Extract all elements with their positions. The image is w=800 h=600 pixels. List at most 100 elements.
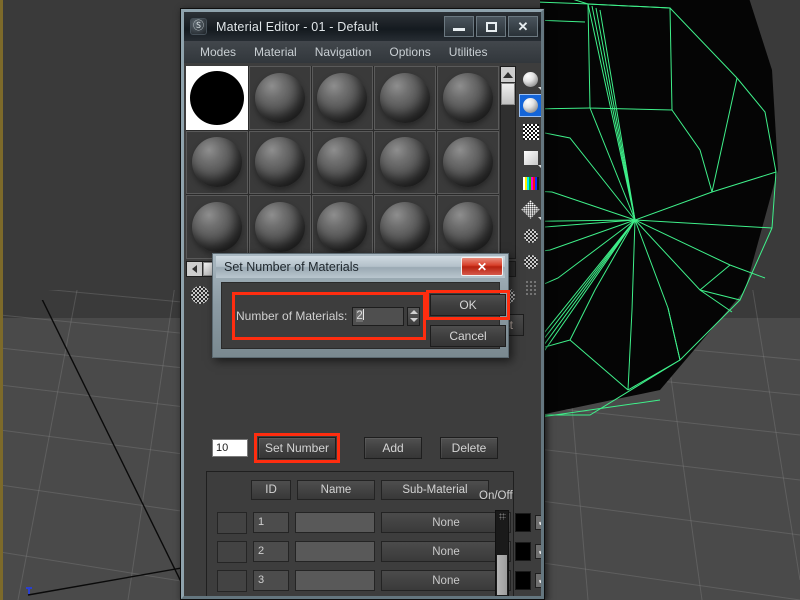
flyout-arrow-icon [538,165,541,169]
sample-slot[interactable] [374,66,437,130]
number-of-materials-spinner[interactable] [407,306,421,326]
close-button[interactable]: ✕ [508,16,538,37]
sample-slot[interactable] [437,195,499,259]
scrollbar-thumb[interactable] [497,555,507,595]
sample-uv-tiling-button[interactable] [519,146,541,169]
spinner-up-icon[interactable] [409,309,418,314]
table-row[interactable]: 3 None ✔ [207,566,541,595]
dialog-title: Set Number of Materials [224,260,359,274]
dialog-close-button[interactable]: ✕ [461,257,503,276]
row-sub-material-button[interactable]: None [381,512,511,533]
select-by-material-button[interactable] [519,250,541,273]
material-map-navigator-icon [524,279,537,296]
sample-slot[interactable] [374,130,437,195]
chevron-up-icon [503,71,513,78]
row-on-off-checkbox[interactable]: ✔ [535,515,541,530]
row-name-field[interactable] [295,570,375,591]
row-name-field[interactable] [295,541,375,562]
row-color-swatch[interactable] [515,513,531,532]
select-by-material-icon [523,254,538,269]
spinner-down-icon[interactable] [409,318,418,323]
row-color-swatch[interactable] [515,542,531,561]
options-icon [523,228,538,243]
material-sphere-icon [254,202,305,253]
row-id-field[interactable]: 2 [253,541,289,562]
flyout-arrow-icon [538,87,541,91]
make-preview-button[interactable] [519,198,541,221]
video-color-check-button[interactable] [519,172,541,195]
number-of-materials-label: Number of Materials: [236,309,348,323]
row-on-off-checkbox[interactable]: ✔ [535,573,541,588]
viewport-active-border [0,0,3,600]
sample-slot[interactable] [311,66,374,130]
table-vertical-scrollbar[interactable] [495,510,509,596]
row-sub-material-button[interactable]: None [381,570,511,591]
scrollbar-thumb[interactable] [501,83,515,105]
material-count-field[interactable]: 10 [212,439,248,457]
table-row[interactable]: 2 None ✔ [207,537,541,566]
scroll-up-button[interactable] [501,67,515,82]
add-button[interactable]: Add [364,437,422,459]
menu-material[interactable]: Material [246,43,305,61]
delete-button[interactable]: Delete [440,437,498,459]
row-id-field[interactable]: 1 [253,512,289,533]
table-row[interactable]: 1 None ✔ [207,508,541,537]
sample-slot[interactable] [311,195,374,259]
backlight-button[interactable] [519,94,541,117]
sample-slot[interactable] [248,66,311,130]
sample-type-sphere-button[interactable] [519,68,541,91]
menu-utilities[interactable]: Utilities [441,43,496,61]
options-button[interactable] [519,224,541,247]
sample-slot[interactable] [186,66,248,130]
column-header-name[interactable]: Name [297,480,375,500]
menu-options[interactable]: Options [381,43,438,61]
ok-button[interactable]: OK [426,290,510,320]
material-sphere-icon [317,202,368,253]
sample-slot[interactable] [248,195,311,259]
slot-vertical-scrollbar[interactable] [500,66,516,259]
menu-navigation[interactable]: Navigation [307,43,380,61]
minimize-button[interactable] [444,16,474,37]
sample-uv-tiling-icon [523,150,538,165]
sample-slot[interactable] [374,195,437,259]
sample-slot[interactable] [437,130,499,195]
material-editor-titlebar[interactable]: Ⓢ Material Editor - 01 - Default ✕ [184,12,541,41]
dialog-titlebar[interactable]: Set Number of Materials ✕ [216,256,505,278]
sample-slot[interactable] [186,195,248,259]
row-sub-material-button[interactable]: None [381,541,511,562]
sample-slot[interactable] [186,130,248,195]
sample-slot[interactable] [248,130,311,195]
row-selector[interactable] [217,569,247,592]
window-controls: ✕ [442,16,538,37]
row-name-field[interactable] [295,512,375,533]
material-sphere-icon [380,202,431,253]
table-row[interactable]: 4 None ✔ [207,595,513,596]
window-title: Material Editor - 01 - Default [216,19,379,34]
material-sphere-icon [443,72,494,123]
number-of-materials-input[interactable]: 2 [352,306,405,326]
background-checker-icon [522,123,539,140]
maximize-button[interactable] [476,16,506,37]
menu-modes[interactable]: Modes [192,43,244,61]
material-sphere-icon [254,137,305,188]
multi-sub-object-controls: 10 Set Number Add Delete [212,433,512,463]
cancel-button[interactable]: Cancel [430,325,506,347]
get-material-icon[interactable] [191,286,209,304]
number-of-materials-group: Number of Materials: 2 [232,292,426,340]
row-selector[interactable] [217,511,247,534]
set-number-button[interactable]: Set Number [254,433,340,463]
sample-slot[interactable] [311,130,374,195]
column-header-id[interactable]: ID [251,480,291,500]
row-color-swatch[interactable] [515,571,531,590]
material-map-navigator-button[interactable] [519,276,541,299]
sample-slot-grid [186,66,499,259]
background-button[interactable] [519,120,541,143]
row-selector[interactable] [217,540,247,563]
sub-material-table: ID Name Sub-Material On/Off 1 None ✔ 2 N… [206,471,541,596]
row-id-field[interactable]: 3 [253,570,289,591]
sample-slot[interactable] [437,66,499,130]
row-on-off-checkbox[interactable]: ✔ [535,544,541,559]
set-number-of-materials-dialog[interactable]: Set Number of Materials ✕ Number of Mate… [212,253,510,358]
column-header-sub-material[interactable]: Sub-Material [381,480,489,500]
scroll-left-button[interactable] [187,262,202,276]
